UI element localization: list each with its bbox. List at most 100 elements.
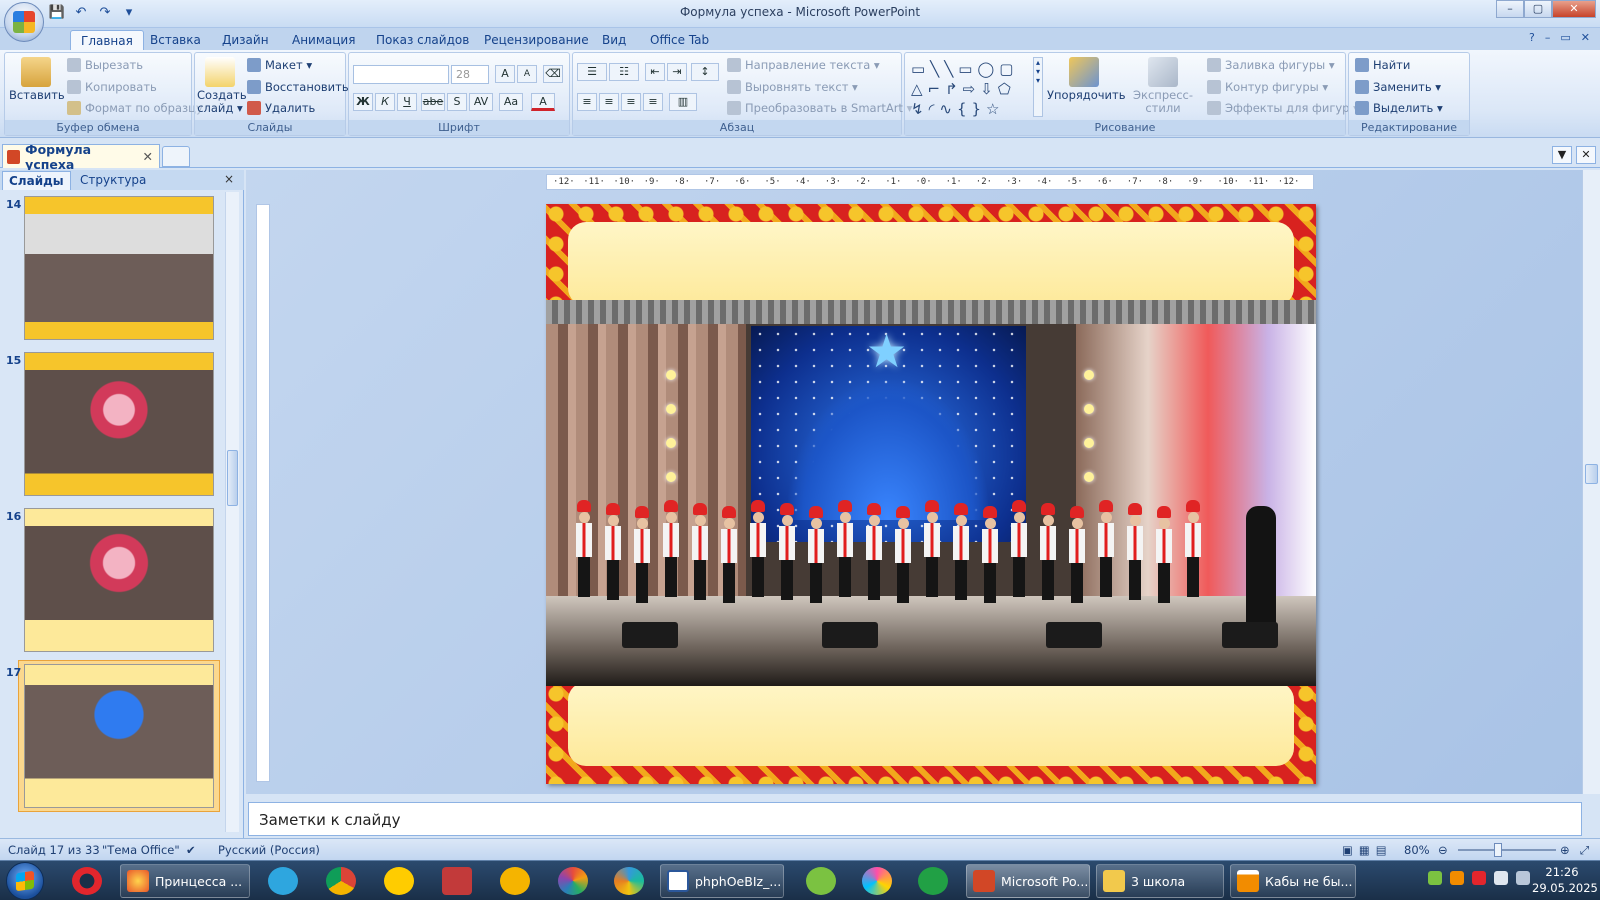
current-slide[interactable]: ★ [546, 204, 1316, 784]
justify-icon[interactable]: ≡ [643, 93, 663, 111]
tab-home[interactable]: Главная [70, 30, 144, 50]
tab-close-all-icon[interactable]: ✕ [1576, 146, 1596, 164]
arrange-button[interactable]: Упорядочить [1047, 57, 1126, 102]
language-indicator[interactable]: Русский (Россия) [218, 843, 320, 857]
shadow-button[interactable]: S [447, 93, 467, 111]
slide-thumbnail[interactable] [24, 352, 214, 496]
grow-font-button[interactable]: A [495, 65, 515, 83]
taskbar-window-powerpoint[interactable]: Microsoft Po... [966, 864, 1090, 898]
quick-styles-button[interactable]: Экспресс-стили [1121, 57, 1205, 115]
numbering-icon[interactable]: ☷ [609, 63, 639, 81]
select-button[interactable]: Выделить ▾ [1355, 101, 1443, 115]
format-painter-button[interactable]: Формат по образцу [67, 101, 203, 115]
doc-close-icon[interactable]: ✕ [1581, 31, 1590, 44]
taskbar-clock[interactable]: 21:26 29.05.2025 [1532, 864, 1598, 896]
taskbar-window-vlc[interactable]: Кабы не бы... [1230, 864, 1356, 898]
reset-button[interactable]: Восстановить [247, 80, 349, 94]
tab-animation[interactable]: Анимация [282, 30, 365, 50]
text-placeholder[interactable] [568, 682, 1294, 766]
start-button[interactable] [6, 862, 44, 900]
zoom-in-icon[interactable]: ⊕ [1560, 843, 1570, 857]
line-spacing-icon[interactable]: ↕ [691, 63, 719, 81]
title-placeholder[interactable] [568, 222, 1294, 306]
delete-slide-button[interactable]: Удалить [247, 101, 315, 115]
minimize-button[interactable]: – [1496, 0, 1524, 18]
add-app-icon[interactable] [806, 867, 836, 895]
speaker-icon[interactable] [1494, 871, 1508, 885]
tab-design[interactable]: Дизайн [212, 30, 279, 50]
app-icon[interactable] [442, 867, 472, 895]
shapes-gallery[interactable]: ▭╲╲▭◯▢ △⌐↱⇨⇩⬠ ↯◜∿{}☆ [911, 59, 1039, 118]
fit-to-window-icon[interactable]: ⤢ [1580, 843, 1589, 858]
help-icon[interactable]: ? [1529, 31, 1535, 44]
copy-button[interactable]: Копировать [67, 80, 157, 94]
paste-button[interactable]: Вставить [9, 57, 65, 102]
align-left-icon[interactable]: ≡ [577, 93, 597, 111]
slide-thumbnail[interactable] [24, 664, 214, 808]
font-color-button[interactable]: A [531, 93, 555, 111]
decrease-indent-icon[interactable]: ⇤ [645, 63, 665, 81]
zoom-slider-thumb[interactable] [1494, 843, 1502, 857]
slides-panel-close-icon[interactable]: × [224, 172, 234, 186]
align-center-icon[interactable]: ≡ [599, 93, 619, 111]
zoom-out-icon[interactable]: ⊖ [1438, 843, 1448, 857]
office-button[interactable] [4, 2, 44, 42]
chrome-icon[interactable] [326, 867, 356, 895]
close-button[interactable]: ✕ [1552, 0, 1596, 18]
case-button[interactable]: Aa [499, 93, 523, 111]
stage-photo[interactable]: ★ [546, 300, 1316, 686]
tab-review[interactable]: Рецензирование [474, 30, 599, 50]
utorrent-icon[interactable] [918, 867, 948, 895]
tab-outline[interactable]: Структура [74, 171, 152, 190]
tab-slideshow[interactable]: Показ слайдов [366, 30, 479, 50]
taskbar-window-firefox[interactable]: Принцесса ... [120, 864, 250, 898]
clear-format-icon[interactable]: ⌫ [543, 65, 563, 83]
new-slide-button[interactable]: Создать слайд ▾ [197, 57, 247, 115]
align-text-button[interactable]: Выровнять текст ▾ [727, 80, 858, 94]
color-app-icon[interactable] [862, 867, 892, 895]
bullets-icon[interactable]: ☰ [577, 63, 607, 81]
document-tab[interactable]: Формула успеха ✕ [2, 142, 160, 172]
telegram-icon[interactable] [268, 867, 298, 895]
bold-button[interactable]: Ж [353, 93, 373, 111]
italic-button[interactable]: К [375, 93, 395, 111]
notes-splitter[interactable] [246, 794, 1582, 802]
align-right-icon[interactable]: ≡ [621, 93, 641, 111]
document-tab-close-icon[interactable]: ✕ [143, 149, 153, 164]
shrink-font-button[interactable]: A [517, 65, 537, 83]
tab-insert[interactable]: Вставка [140, 30, 211, 50]
tray-notification-icon[interactable] [1472, 871, 1486, 885]
underline-button[interactable]: Ч [397, 93, 417, 111]
notes-pane[interactable]: Заметки к слайду [248, 802, 1582, 836]
columns-icon[interactable]: ▥ [669, 93, 697, 111]
opera-icon[interactable] [72, 867, 102, 895]
slides-panel-scroll-thumb[interactable] [227, 450, 238, 506]
slide-scroll-thumb[interactable] [1585, 464, 1598, 484]
tab-slides[interactable]: Слайды [2, 171, 71, 190]
font-name-combo[interactable] [353, 65, 449, 84]
spacing-button[interactable]: AV [469, 93, 493, 111]
spellcheck-icon[interactable]: ✔ [186, 843, 196, 857]
zoom-slider[interactable] [1458, 849, 1556, 851]
yandex-icon[interactable] [384, 867, 414, 895]
taskbar-window-folder[interactable]: 3 школа [1096, 864, 1224, 898]
slides-panel-scrollbar[interactable] [225, 192, 239, 832]
zoom-level[interactable]: 80% [1404, 843, 1430, 857]
strike-button[interactable]: abe [421, 93, 445, 111]
replace-button[interactable]: Заменить ▾ [1355, 80, 1441, 94]
new-tab-button[interactable] [162, 146, 190, 167]
font-size-combo[interactable]: 28 [451, 65, 489, 84]
increase-indent-icon[interactable]: ⇥ [667, 63, 687, 81]
photo-viewer-icon[interactable] [558, 867, 588, 895]
taskbar-window-word[interactable]: phphOeBIz_... [660, 864, 784, 898]
view-buttons[interactable]: ▣▦▤ [1342, 843, 1393, 857]
find-button[interactable]: Найти [1355, 58, 1410, 72]
shape-effects-button[interactable]: Эффекты для фигур ▾ [1207, 101, 1359, 115]
media-app-icon[interactable] [614, 867, 644, 895]
doc-restore-icon[interactable]: ▭ [1560, 31, 1570, 44]
tab-list-dropdown-icon[interactable]: ▼ [1552, 146, 1572, 164]
shape-outline-button[interactable]: Контур фигуры ▾ [1207, 80, 1328, 94]
smartart-button[interactable]: Преобразовать в SmartArt ▾ [727, 101, 912, 115]
tab-office-tab[interactable]: Office Tab [640, 30, 719, 50]
maximize-button[interactable]: ▢ [1524, 0, 1552, 18]
